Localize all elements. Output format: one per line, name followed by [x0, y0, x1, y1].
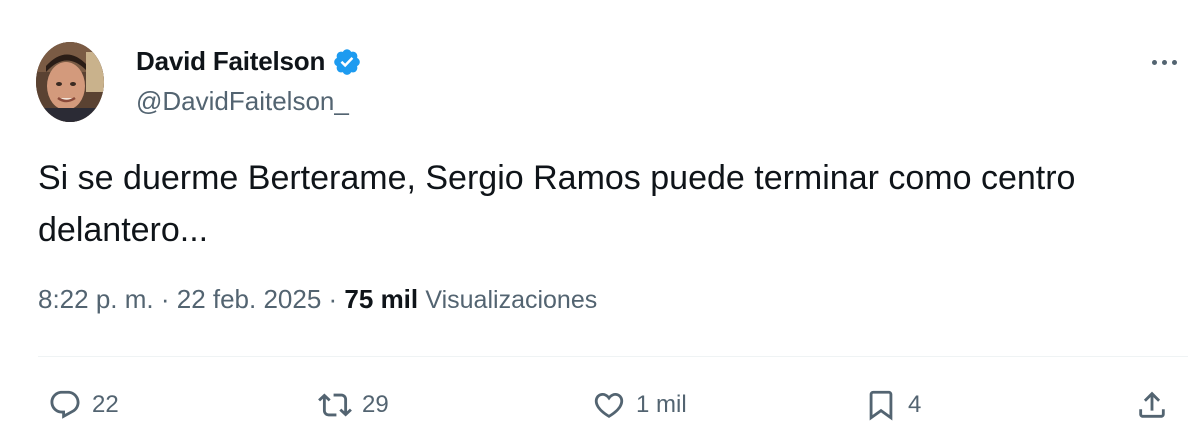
meta-separator: ·: [321, 284, 345, 314]
meta-separator: ·: [153, 284, 177, 314]
bookmark-icon: [869, 390, 893, 421]
action-bar: 22 29 1 mil 4: [0, 380, 1200, 430]
views-count: 75 mil: [344, 284, 419, 314]
heart-icon: [594, 392, 624, 418]
like-count: 1 mil: [636, 391, 687, 418]
share-icon: [1139, 391, 1165, 418]
author-handle[interactable]: @DavidFaitelson_: [136, 86, 349, 117]
tweet-date[interactable]: 22 feb. 2025: [177, 284, 322, 315]
like-button[interactable]: 1 mil: [592, 380, 687, 430]
reply-button[interactable]: 22: [48, 380, 119, 430]
more-dot: [1171, 59, 1177, 65]
repost-icon: [318, 393, 352, 417]
repost-button[interactable]: 29: [318, 380, 389, 430]
more-dot: [1151, 59, 1157, 65]
author-display-name[interactable]: David Faitelson: [136, 46, 325, 77]
tweet-metadata: 8:22 p. m. · 22 feb. 2025 · 75 mil Visua…: [38, 284, 597, 315]
tweet-text: Si se duerme Berterame, Sergio Ramos pue…: [38, 159, 1076, 249]
more-dot: [1161, 59, 1167, 65]
divider: [38, 356, 1188, 357]
tweet-card: David Faitelson @DavidFaitelson_ Si se d…: [0, 0, 1200, 446]
reply-count: 22: [92, 391, 119, 418]
avatar-image: [36, 42, 104, 122]
views-label: Visualizaciones: [425, 286, 598, 314]
reply-icon: [50, 390, 80, 419]
views-gap: [418, 284, 425, 315]
verified-badge-icon[interactable]: [332, 47, 362, 77]
repost-count: 29: [362, 391, 389, 418]
bookmark-count: 4: [908, 391, 922, 418]
tweet-time[interactable]: 8:22 p. m.: [38, 284, 154, 315]
share-button[interactable]: [1135, 380, 1169, 430]
more-icon[interactable]: [1146, 48, 1182, 76]
bookmark-button[interactable]: 4: [864, 380, 921, 430]
author-name-row: David Faitelson: [136, 46, 362, 77]
avatar[interactable]: [36, 42, 104, 122]
